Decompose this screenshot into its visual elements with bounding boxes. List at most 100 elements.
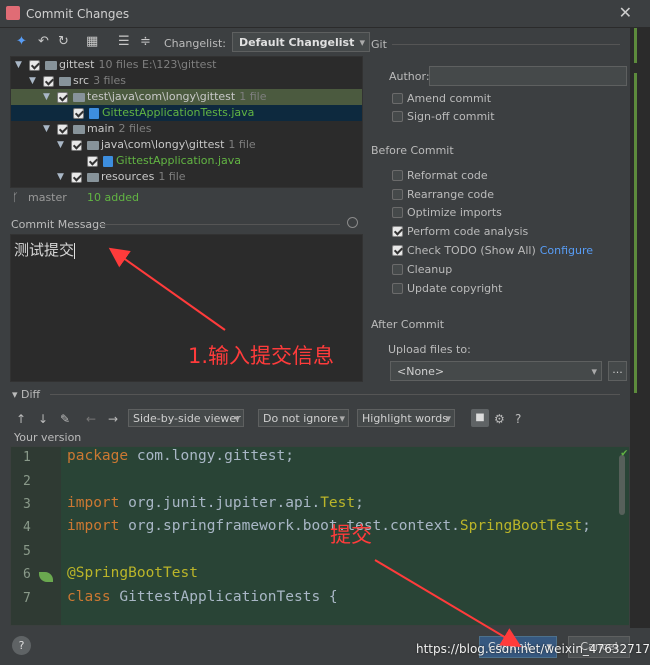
tree-expand-icon[interactable]: ▼ xyxy=(57,137,67,153)
arrow-left-icon[interactable]: ← xyxy=(86,412,96,426)
highlight-dropdown[interactable]: Highlight words ▾ xyxy=(357,409,455,427)
upload-files-label: Upload files to: xyxy=(388,343,471,356)
change-marker xyxy=(634,28,637,63)
after-commit-label: After Commit xyxy=(371,318,445,331)
line-number: 7 xyxy=(23,591,31,606)
checkbox-box[interactable] xyxy=(392,93,403,104)
tree-row-main-package[interactable]: ▼ java\com\longy\gittest 1 file xyxy=(11,137,362,153)
close-icon[interactable]: ✕ xyxy=(619,3,632,22)
added-count: 10 added xyxy=(87,191,139,204)
change-marker xyxy=(634,73,637,393)
tree-checkbox[interactable] xyxy=(57,124,68,135)
line-gutter: 1 2 3 4 5 6 7 xyxy=(11,447,61,625)
tree-row-test-package[interactable]: ▼ test\java\com\longy\gittest 1 file xyxy=(11,89,362,105)
tree-checkbox[interactable] xyxy=(71,172,82,183)
option-label: Amend commit xyxy=(407,92,492,105)
tree-checkbox[interactable] xyxy=(87,156,98,167)
diff-editor[interactable]: 1 2 3 4 5 6 7 package com.longy.gittest;… xyxy=(10,446,630,626)
collapse-all-icon[interactable]: ≑ xyxy=(140,34,151,49)
viewer-dropdown[interactable]: Side-by-side viewer ▾ xyxy=(128,409,244,427)
history-clock-icon[interactable] xyxy=(347,217,358,228)
branch-name: master xyxy=(28,191,67,204)
window-title: Commit Changes xyxy=(26,7,130,21)
changes-tree[interactable]: ▼ gittest 10 files E:\123\gittest ▼ src 3 … xyxy=(10,56,363,188)
gear-icon[interactable]: ⚙ xyxy=(494,412,505,426)
checkbox-box[interactable] xyxy=(392,283,403,294)
folder-icon xyxy=(87,173,99,182)
annotation-step-1: 1.输入提交信息 xyxy=(188,344,335,368)
checkbox-box[interactable] xyxy=(392,170,403,181)
lock-icon[interactable]: ■ xyxy=(471,409,489,427)
option-label: Sign-off commit xyxy=(407,110,495,123)
author-label: Author: xyxy=(389,70,430,83)
tree-row-resources[interactable]: ▼ resources 1 file xyxy=(11,169,362,185)
tree-row-gittest[interactable]: ▼ gittest 10 files E:\123\gittest xyxy=(11,57,362,73)
tree-checkbox[interactable] xyxy=(73,108,84,119)
tree-expand-icon[interactable]: ▼ xyxy=(43,89,53,105)
tree-checkbox[interactable] xyxy=(43,76,54,87)
tree-row-src[interactable]: ▼ src 3 files xyxy=(11,73,362,89)
viewer-value: Side-by-side viewer xyxy=(133,412,241,425)
line-number: 3 xyxy=(23,497,31,512)
ignore-dropdown[interactable]: Do not ignore ▾ xyxy=(258,409,349,427)
folder-icon xyxy=(73,93,85,102)
checkbox-box[interactable] xyxy=(392,189,403,200)
tree-checkbox[interactable] xyxy=(57,92,68,103)
changes-toolbar: ✦ ↶ ↻ ▦ ☰ ≑ Changelist: Default Changeli… xyxy=(10,32,370,54)
upload-more-button[interactable]: ... xyxy=(608,361,627,381)
tree-expand-icon[interactable]: ▼ xyxy=(29,73,39,89)
option-label: Rearrange code xyxy=(407,188,494,201)
java-file-icon xyxy=(103,156,113,167)
expand-icon[interactable]: ✦ xyxy=(16,34,27,49)
help-button[interactable]: ? xyxy=(12,636,31,655)
author-input[interactable] xyxy=(429,66,627,86)
changelist-label: Changelist: xyxy=(164,37,226,50)
text-caret xyxy=(74,242,76,259)
group-by-icon[interactable]: ▦ xyxy=(86,34,98,49)
checkbox-box-checked[interactable] xyxy=(392,226,403,237)
checkbox-box[interactable] xyxy=(392,207,403,218)
your-version-label: Your version xyxy=(14,431,82,444)
changelist-select[interactable]: Default Changelist ▾ xyxy=(232,32,370,52)
tree-row-main[interactable]: ▼ main 2 files xyxy=(11,121,362,137)
option-label: Reformat code xyxy=(407,169,488,182)
diff-help-icon[interactable]: ? xyxy=(515,412,521,426)
tree-row-app-file[interactable]: GittestApplication.java xyxy=(11,153,362,169)
expand-all-icon[interactable]: ☰ xyxy=(118,34,130,49)
folder-icon xyxy=(73,125,85,134)
tree-row-tests-file[interactable]: GittestApplicationTests.java xyxy=(11,105,362,121)
tree-expand-icon[interactable]: ▼ xyxy=(15,57,25,73)
tree-checkbox[interactable] xyxy=(71,140,82,151)
background-window-edge xyxy=(630,28,650,628)
editor-scrollbar[interactable] xyxy=(619,455,625,515)
tree-expand-icon[interactable]: ▼ xyxy=(57,169,67,185)
checkbox-box[interactable] xyxy=(392,111,403,122)
git-section-label: Git xyxy=(371,38,387,51)
checkbox-box-checked[interactable] xyxy=(392,245,403,256)
arrow-up-icon[interactable]: ↑ xyxy=(16,412,26,426)
chevron-down-icon: ▾ xyxy=(339,412,345,425)
rollback-icon[interactable]: ↶ xyxy=(38,34,49,49)
branch-status: ᚴ master 10 added xyxy=(12,191,362,205)
diff-toolbar: ↑ ↓ ✎ ← → Side-by-side viewer ▾ Do not ig… xyxy=(10,408,610,430)
watermark-url: https://blog.csdn.net/weixin_47632717 xyxy=(416,642,650,656)
tree-expand-icon[interactable]: ▼ xyxy=(43,121,53,137)
upload-files-select[interactable]: <None> ▾ xyxy=(390,361,602,381)
edit-pencil-icon[interactable]: ✎ xyxy=(60,412,70,426)
app-icon xyxy=(6,6,20,20)
changelist-value: Default Changelist xyxy=(239,36,355,49)
line-number: 1 xyxy=(23,450,31,465)
configure-link[interactable]: Configure xyxy=(540,244,593,257)
java-file-icon xyxy=(89,108,99,119)
arrow-right-icon[interactable]: → xyxy=(108,412,118,426)
arrow-down-icon[interactable]: ↓ xyxy=(38,412,48,426)
refresh-icon[interactable]: ↻ xyxy=(58,34,69,49)
tree-label: GittestApplicationTests.java xyxy=(102,106,255,119)
folder-icon xyxy=(87,141,99,150)
line-number: 4 xyxy=(23,520,31,535)
code-line: @SpringBootTest xyxy=(67,565,198,581)
diff-section-label: ▾ Diff xyxy=(12,388,41,401)
commit-message-text: 测试提交 xyxy=(14,241,75,259)
tree-checkbox[interactable] xyxy=(29,60,40,71)
checkbox-box[interactable] xyxy=(392,264,403,275)
